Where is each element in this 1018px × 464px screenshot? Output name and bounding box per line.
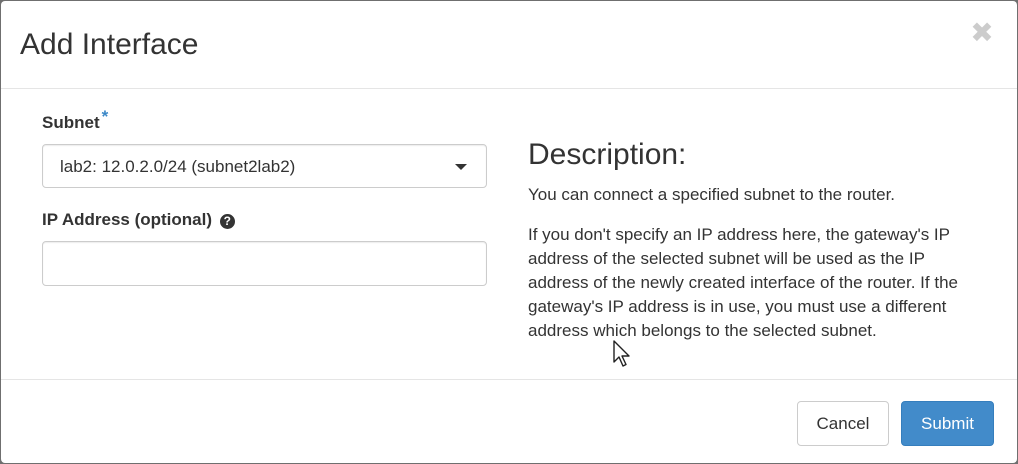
subnet-label-text: Subnet [42,113,100,132]
cancel-button[interactable]: Cancel [797,401,889,446]
dialog-title: Add Interface [20,28,199,61]
caret-down-icon [455,164,467,170]
dialog-body: Subnet * lab2: 12.0.2.0/24 (subnet2lab2) … [1,89,1017,379]
ip-address-label: IP Address (optional) ? [42,209,235,231]
ip-address-label-text: IP Address (optional) [42,210,213,229]
description-heading: Description: [528,138,687,171]
subnet-select[interactable]: lab2: 12.0.2.0/24 (subnet2lab2) [42,144,487,188]
description-paragraph-2: If you don't specify an IP address here,… [528,225,958,340]
subnet-label: Subnet * [42,107,108,134]
add-interface-dialog: Add Interface ✖ Subnet * lab2: 12.0.2.0/2… [1,1,1017,463]
dialog-footer: Cancel Submit [1,379,1017,463]
question-circle-icon[interactable]: ? [219,214,235,229]
close-icon[interactable]: ✖ [969,17,995,49]
dialog-header: Add Interface ✖ [1,1,1017,89]
submit-button[interactable]: Submit [901,401,994,446]
mouse-cursor-icon [613,340,630,367]
required-marker: * [101,107,109,126]
ip-address-input[interactable] [42,241,487,286]
subnet-select-value: lab2: 12.0.2.0/24 (subnet2lab2) [60,157,296,176]
description-paragraph-1: You can connect a specified subnet to th… [528,185,896,204]
